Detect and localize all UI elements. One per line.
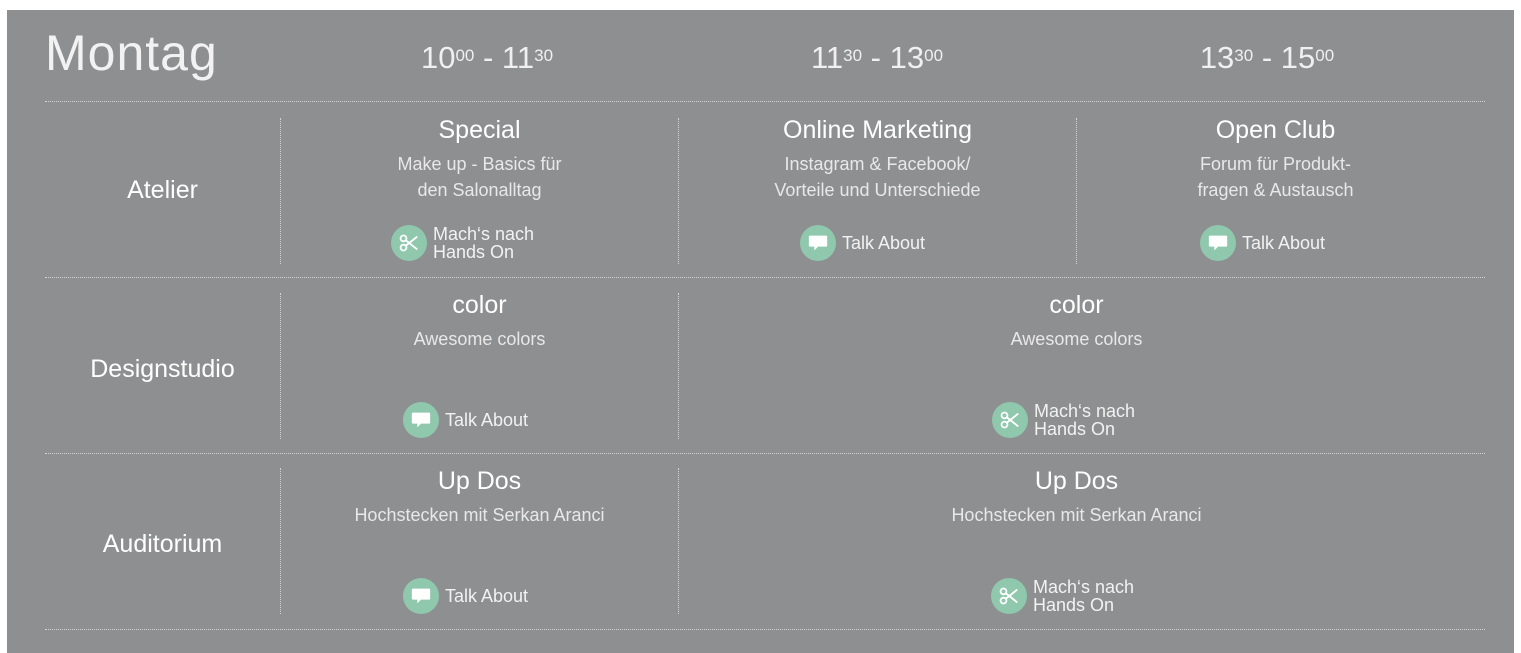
session-designstudio-color[interactable]: color Awesome colors bbox=[281, 290, 678, 352]
session-auditorium-up-dos-2[interactable]: Up Dos Hochstecken mit Serkan Aranci bbox=[679, 466, 1474, 528]
time-slot-2: 1130 - 1300 bbox=[810, 40, 944, 75]
format-tag-talk-about: Talk About bbox=[403, 578, 528, 614]
format-tag-hands-on: Mach‘s nach Hands On bbox=[391, 225, 534, 261]
time-slot-1: 1000 - 1130 bbox=[420, 40, 554, 75]
format-tag-talk-about: Talk About bbox=[403, 402, 528, 438]
format-tag-hands-on: Mach‘s nach Hands On bbox=[992, 402, 1135, 438]
scissors-icon bbox=[391, 225, 427, 261]
session-description: Awesome colors bbox=[413, 329, 546, 349]
session-title: Open Club bbox=[1215, 116, 1336, 144]
session-auditorium-up-dos[interactable]: Up Dos Hochstecken mit Serkan Aranci bbox=[281, 466, 678, 528]
format-tag-talk-about: Talk About bbox=[1200, 225, 1325, 261]
session-title: Up Dos bbox=[1034, 467, 1119, 495]
session-title: color bbox=[452, 291, 507, 319]
divider bbox=[45, 101, 1485, 102]
session-atelier-open-club[interactable]: Open Club Forum für Produkt- fragen & Au… bbox=[1077, 115, 1474, 203]
scissors-icon bbox=[991, 578, 1027, 614]
session-description: Hochstecken mit Serkan Aranci bbox=[951, 505, 1202, 525]
speech-bubble-icon bbox=[1200, 225, 1236, 261]
session-description: Forum für Produkt- fragen & Austausch bbox=[1197, 154, 1354, 200]
day-title: Montag bbox=[45, 25, 218, 81]
speech-bubble-icon bbox=[800, 225, 836, 261]
divider bbox=[45, 277, 1485, 278]
speech-bubble-icon bbox=[403, 402, 439, 438]
time-slot-3: 1330 - 1500 bbox=[1199, 40, 1335, 75]
session-atelier-online-marketing[interactable]: Online Marketing Instagram & Facebook/ V… bbox=[679, 115, 1076, 203]
session-description: Awesome colors bbox=[1010, 329, 1143, 349]
room-label-auditorium: Auditorium bbox=[102, 530, 223, 558]
session-title: color bbox=[1049, 291, 1104, 319]
speech-bubble-icon bbox=[403, 578, 439, 614]
session-description: Hochstecken mit Serkan Aranci bbox=[354, 505, 605, 525]
session-title: Up Dos bbox=[437, 467, 522, 495]
session-designstudio-color-2[interactable]: color Awesome colors bbox=[679, 290, 1474, 352]
scissors-icon bbox=[992, 402, 1028, 438]
session-description: Make up - Basics für den Salonalltag bbox=[397, 154, 562, 200]
session-title: Special bbox=[438, 116, 521, 144]
divider bbox=[45, 629, 1485, 630]
session-description: Instagram & Facebook/ Vorteile und Unter… bbox=[774, 154, 981, 200]
format-tag-hands-on: Mach‘s nach Hands On bbox=[991, 578, 1134, 614]
divider bbox=[45, 453, 1485, 454]
schedule-board: Montag 1000 - 1130 1130 - 1300 1330 - 15… bbox=[7, 10, 1514, 653]
room-label-atelier: Atelier bbox=[127, 176, 198, 204]
session-atelier-special[interactable]: Special Make up - Basics für den Salonal… bbox=[281, 115, 678, 203]
room-label-designstudio: Designstudio bbox=[90, 355, 235, 383]
format-tag-talk-about: Talk About bbox=[800, 225, 925, 261]
session-title: Online Marketing bbox=[783, 116, 972, 144]
